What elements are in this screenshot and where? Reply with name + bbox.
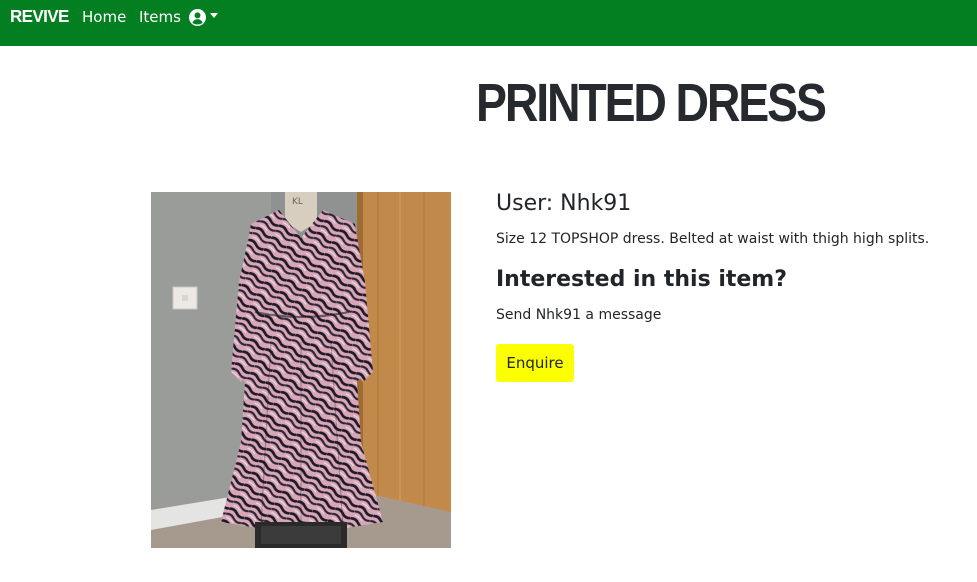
user-menu-dropdown[interactable] [189,9,218,26]
interest-heading: Interested in this item? [496,267,787,292]
product-image: KL [151,192,451,548]
brand-logo[interactable]: REVIVE [10,7,69,28]
item-owner: User: Nhk91 [496,191,632,216]
chevron-down-icon [210,13,218,18]
nav-link-items[interactable]: Items [139,8,181,26]
user-circle-icon [189,9,206,26]
nav-link-home[interactable]: Home [82,8,126,26]
send-message-text: Send Nhk91 a message [496,307,662,323]
top-navbar: REVIVE Home Items [0,0,977,46]
enquire-button[interactable]: Enquire [496,344,574,382]
svg-text:KL: KL [292,197,303,207]
item-description: Size 12 TOPSHOP dress. Belted at waist w… [496,231,930,247]
page-title: PRINTED DRESS [476,73,827,133]
